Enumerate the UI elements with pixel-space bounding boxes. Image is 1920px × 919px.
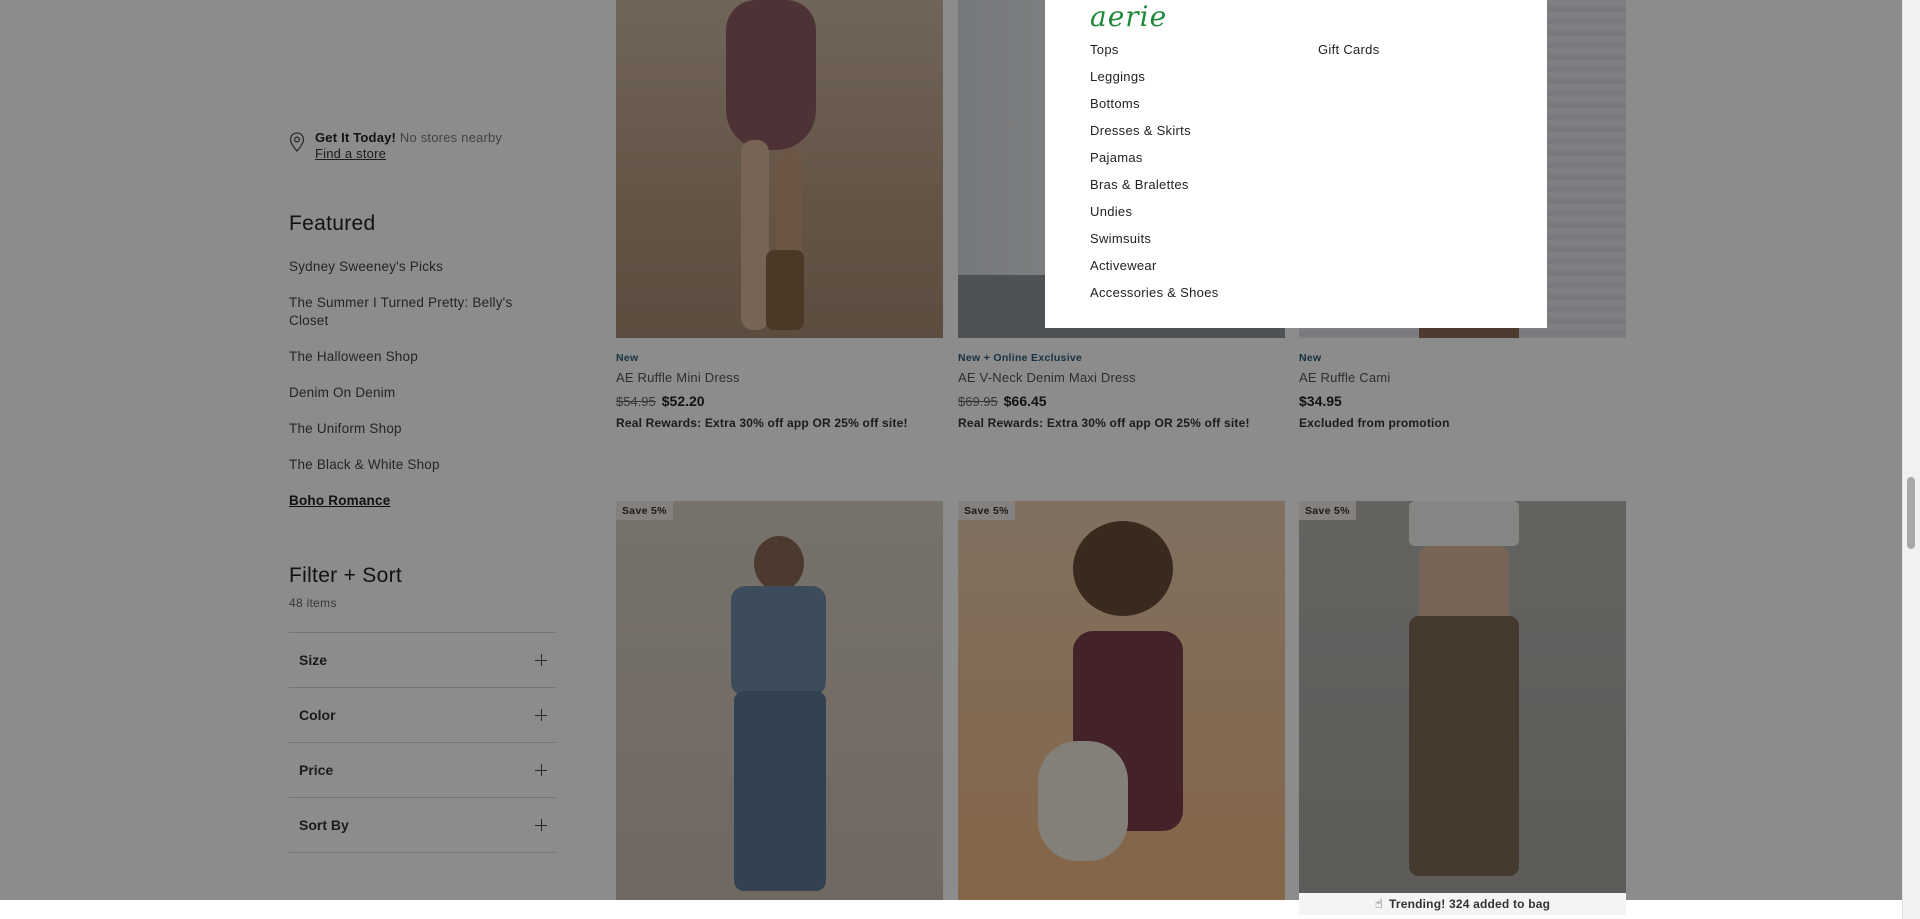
product-info: New AE Ruffle Cami $34.95 Excluded from … — [1299, 352, 1626, 430]
featured-item-uniform[interactable]: The Uniform Shop — [289, 420, 549, 438]
trending-toast: ☝ Trending! 324 added to bag — [1299, 893, 1626, 915]
filter-sort-heading: Filter + Sort — [289, 564, 403, 587]
plus-icon — [535, 819, 547, 831]
filter-price-label: Price — [299, 762, 334, 778]
featured-item-black-white[interactable]: The Black & White Shop — [289, 456, 549, 474]
product-listing-page: Get It Today! No stores nearby Find a st… — [0, 0, 1920, 919]
product-current-price: $66.45 — [1003, 393, 1047, 409]
featured-item-halloween[interactable]: The Halloween Shop — [289, 348, 549, 366]
product-old-price: $69.95 — [958, 394, 998, 409]
aerie-logo[interactable]: aerie — [1090, 0, 1167, 33]
menu-item-pajamas[interactable]: Pajamas — [1090, 149, 1219, 166]
location-pin-icon — [289, 132, 305, 152]
product-name[interactable]: AE V-Neck Denim Maxi Dress — [958, 370, 1285, 385]
featured-item-denim[interactable]: Denim On Denim — [289, 384, 549, 402]
menu-item-activewear[interactable]: Activewear — [1090, 257, 1219, 274]
featured-heading: Featured — [289, 212, 376, 235]
product-current-price: $52.20 — [661, 393, 705, 409]
store-title: Get It Today! — [315, 130, 397, 145]
menu-item-undies[interactable]: Undies — [1090, 203, 1219, 220]
menu-item-bottoms[interactable]: Bottoms — [1090, 95, 1219, 112]
featured-item-sydney[interactable]: Sydney Sweeney's Picks — [289, 258, 549, 276]
product-current-price: $34.95 — [1299, 393, 1342, 409]
product-tag: New + Online Exclusive — [958, 352, 1083, 364]
trending-text: Trending! 324 added to bag — [1388, 897, 1551, 911]
filter-size-label: Size — [299, 652, 328, 668]
featured-list: Sydney Sweeney's Picks The Summer I Turn… — [289, 258, 549, 528]
product-price: $54.95 $52.20 — [616, 393, 943, 409]
product-promo: Real Rewards: Extra 30% off app OR 25% o… — [958, 416, 1250, 430]
product-promo: Real Rewards: Extra 30% off app OR 25% o… — [616, 416, 908, 430]
product-tag: New — [616, 352, 639, 364]
product-image[interactable]: Save 5% — [616, 501, 943, 919]
filter-color[interactable]: Color — [289, 688, 555, 743]
menu-item-gift-cards[interactable]: Gift Cards — [1318, 41, 1380, 58]
hand-icon: ☝ — [1374, 896, 1383, 911]
menu-category-list: Tops Leggings Bottoms Dresses & Skirts P… — [1090, 41, 1219, 311]
filter-size[interactable]: Size — [289, 633, 555, 688]
plus-icon — [535, 709, 547, 721]
menu-extra-list: Gift Cards — [1318, 41, 1380, 58]
plus-icon — [535, 764, 547, 776]
product-tag: New — [1299, 352, 1322, 364]
save-badge: Save 5% — [616, 501, 673, 520]
menu-item-leggings[interactable]: Leggings — [1090, 68, 1219, 85]
store-text: Get It Today! No stores nearby Find a st… — [315, 130, 502, 162]
product-name[interactable]: AE Ruffle Mini Dress — [616, 370, 943, 385]
featured-item-boho[interactable]: Boho Romance — [289, 492, 549, 510]
product-name[interactable]: AE Ruffle Cami — [1299, 370, 1626, 385]
store-locator: Get It Today! No stores nearby Find a st… — [289, 130, 502, 162]
filter-price[interactable]: Price — [289, 743, 555, 798]
product-image[interactable]: Save 5% — [958, 501, 1285, 919]
item-count: 48 items — [289, 596, 337, 610]
featured-item-summer[interactable]: The Summer I Turned Pretty: Belly's Clos… — [289, 294, 549, 330]
product-image[interactable]: Save 5% — [1299, 501, 1626, 919]
plus-icon — [535, 654, 547, 666]
filter-list: Size Color Price Sort By — [289, 632, 555, 853]
page-scrollbar[interactable] — [1902, 0, 1920, 919]
menu-item-accessories-shoes[interactable]: Accessories & Shoes — [1090, 284, 1219, 301]
store-status: No stores nearby — [399, 130, 503, 145]
filter-sort-by[interactable]: Sort By — [289, 798, 555, 853]
product-promo: Excluded from promotion — [1299, 416, 1450, 430]
product-image[interactable] — [616, 0, 943, 338]
save-badge: Save 5% — [1299, 501, 1356, 520]
product-price: $34.95 — [1299, 393, 1626, 409]
bottom-bar — [0, 900, 1920, 919]
menu-item-tops[interactable]: Tops — [1090, 41, 1219, 58]
menu-item-bras-bralettes[interactable]: Bras & Bralettes — [1090, 176, 1219, 193]
menu-item-swimsuits[interactable]: Swimsuits — [1090, 230, 1219, 247]
product-info: New + Online Exclusive AE V-Neck Denim M… — [958, 352, 1285, 430]
menu-item-dresses-skirts[interactable]: Dresses & Skirts — [1090, 122, 1219, 139]
product-price: $69.95 $66.45 — [958, 393, 1285, 409]
filter-sort-label: Sort By — [299, 817, 349, 833]
scrollbar-thumb[interactable] — [1907, 477, 1915, 549]
aerie-mega-menu: aerie Tops Leggings Bottoms Dresses & Sk… — [1045, 0, 1547, 328]
filter-color-label: Color — [299, 707, 336, 723]
find-store-link[interactable]: Find a store — [315, 146, 502, 162]
product-old-price: $54.95 — [616, 394, 656, 409]
product-info: New AE Ruffle Mini Dress $54.95 $52.20 Re… — [616, 352, 943, 430]
save-badge: Save 5% — [958, 501, 1015, 520]
